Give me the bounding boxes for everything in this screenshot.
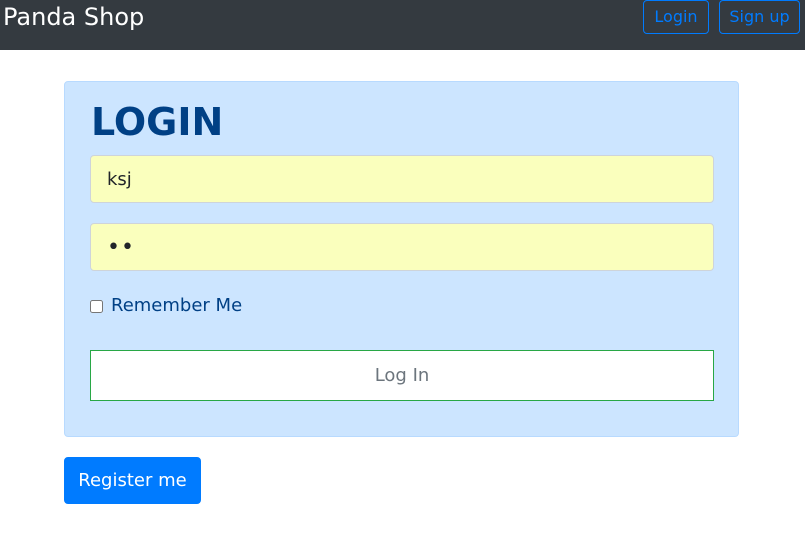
login-title: LOGIN [91,100,224,144]
remember-me-checkbox[interactable] [90,299,103,313]
username-input[interactable] [90,155,714,203]
top-navbar: Panda Shop Login Sign up [0,0,805,50]
brand-logo-text[interactable]: Panda Shop [3,4,144,30]
log-in-button[interactable]: Log In [90,350,714,401]
register-button[interactable]: Register me [64,457,201,504]
login-card: LOGIN Remember Me Log In [64,81,739,437]
nav-login-button[interactable]: Login [643,0,709,34]
remember-me-label: Remember Me [111,295,243,316]
remember-me-row[interactable]: Remember Me [90,295,242,317]
nav-signup-button[interactable]: Sign up [719,0,800,34]
password-input[interactable] [90,223,714,271]
